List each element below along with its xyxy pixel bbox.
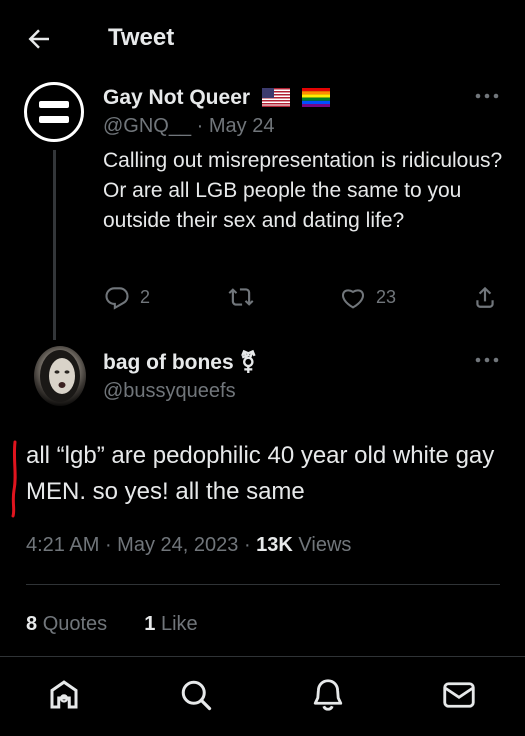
main-tweet-text: all “lgb” are pedophilic 40 year old whi… bbox=[26, 442, 495, 505]
page-title: Tweet bbox=[108, 24, 175, 51]
us-flag-icon bbox=[261, 88, 290, 107]
more-icon[interactable] bbox=[474, 356, 500, 364]
notifications-icon[interactable] bbox=[310, 677, 346, 713]
red-annotation-mark bbox=[9, 440, 21, 518]
like-count: 23 bbox=[376, 286, 397, 307]
reply-icon bbox=[104, 284, 130, 310]
parent-tweet-text: Calling out misrepresentation is ridicul… bbox=[103, 149, 503, 232]
handle[interactable]: @bussyqueefs bbox=[103, 380, 236, 403]
divider bbox=[26, 584, 500, 585]
tweet-meta: 4:21 AM · May 24, 2023 · 13K Views bbox=[26, 534, 351, 557]
share-icon bbox=[472, 284, 498, 310]
like-button[interactable]: 23 bbox=[340, 284, 396, 310]
separator: · bbox=[104, 534, 118, 556]
display-name: bag of bones bbox=[103, 351, 234, 374]
reply-button[interactable]: 2 bbox=[104, 284, 150, 310]
retweet-button[interactable] bbox=[227, 284, 265, 310]
retweet-icon bbox=[227, 284, 255, 310]
avatar[interactable] bbox=[24, 82, 84, 142]
separator: · bbox=[243, 534, 257, 556]
handle[interactable]: @GNQ__ bbox=[103, 115, 191, 137]
search-icon[interactable] bbox=[178, 677, 214, 713]
share-button[interactable] bbox=[472, 284, 498, 310]
likes-link[interactable]: 1 Like bbox=[144, 613, 197, 635]
avatar[interactable] bbox=[34, 346, 86, 406]
likes-count: 1 bbox=[144, 613, 156, 635]
more-icon[interactable] bbox=[474, 92, 500, 100]
rainbow-flag-icon bbox=[301, 88, 330, 107]
quotes-link[interactable]: 8 Quotes bbox=[26, 613, 107, 635]
home-icon[interactable] bbox=[46, 677, 82, 713]
like-icon bbox=[340, 284, 366, 310]
back-arrow-icon[interactable] bbox=[24, 24, 54, 54]
bottom-navigation bbox=[0, 656, 525, 736]
messages-icon[interactable] bbox=[441, 677, 477, 713]
quotes-count: 8 bbox=[26, 613, 38, 635]
parent-handle-line: @GNQ__ · May 24 bbox=[103, 115, 274, 138]
tweet-date[interactable]: May 24, 2023 bbox=[117, 534, 238, 556]
views-count: 13K bbox=[256, 534, 293, 556]
reply-count: 2 bbox=[140, 286, 151, 307]
quotes-label: Quotes bbox=[42, 613, 108, 635]
display-name: Gay Not Queer bbox=[103, 86, 251, 109]
tweet-date[interactable]: May 24 bbox=[209, 115, 275, 137]
tweet-time[interactable]: 4:21 AM bbox=[26, 534, 99, 556]
separator: · bbox=[196, 115, 209, 137]
tweet-stats: 8 Quotes 1 Like bbox=[26, 613, 198, 636]
thread-line bbox=[53, 150, 56, 340]
transgender-symbol-icon: ⚧ bbox=[239, 351, 258, 374]
main-author-name[interactable]: bag of bones ⚧ bbox=[103, 350, 257, 375]
parent-author-name[interactable]: Gay Not Queer bbox=[103, 86, 330, 110]
views-label: Views bbox=[298, 534, 352, 556]
likes-label: Like bbox=[160, 613, 198, 635]
